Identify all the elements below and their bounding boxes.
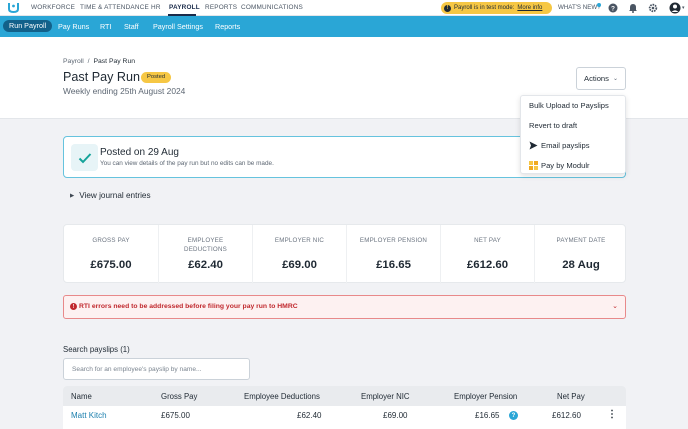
table-header: Name Gross Pay Employee Deductions Emplo…	[63, 386, 626, 406]
subnav-reports[interactable]: Reports	[215, 21, 240, 33]
summary-net-pay: NET PAY £612.60	[440, 225, 534, 284]
subnav-staff[interactable]: Staff	[124, 21, 139, 33]
summary-employee-deductions: EMPLOYEE DEDUCTIONS £62.40	[158, 225, 252, 284]
breadcrumb-current: Past Pay Run	[93, 58, 136, 65]
actions-button[interactable]: Actions ⌄	[576, 67, 626, 90]
pension-help-icon[interactable]: ?	[509, 411, 518, 420]
summary-payment-date: PAYMENT DATE 28 Aug	[534, 225, 627, 284]
test-mode-more-info-link[interactable]: More info	[517, 5, 542, 11]
col-gross-pay[interactable]: Gross Pay	[161, 392, 197, 401]
subnav-rti[interactable]: RTI	[100, 21, 111, 33]
menu-item-email-payslips[interactable]: Email payslips	[529, 141, 590, 150]
rti-error-alert[interactable]: ! RTI errors need to be addressed before…	[63, 295, 626, 319]
payslips-table: Name Gross Pay Employee Deductions Emplo…	[63, 386, 626, 429]
actions-dropdown-menu: Bulk Upload to Payslips Revert to draft …	[520, 95, 626, 174]
menu-item-revert-draft[interactable]: Revert to draft	[529, 121, 577, 130]
row-nic: £69.00	[383, 411, 408, 420]
topnav-time-attendance[interactable]: TIME & ATTENDANCE	[80, 4, 149, 11]
user-menu-chevron-icon[interactable]: ▾	[682, 5, 685, 11]
chevron-down-icon[interactable]: ⌄	[612, 302, 618, 310]
posted-subtitle: You can view details of the pay run but …	[100, 160, 274, 167]
caret-right-icon: ▶	[70, 192, 75, 199]
test-mode-banner: ! Payroll is in test mode: More info	[441, 2, 552, 14]
top-bar: WORKFORCE TIME & ATTENDANCE HR PAYROLL R…	[0, 0, 688, 16]
subnav-pay-runs[interactable]: Pay Runs	[58, 21, 89, 33]
notifications-icon[interactable]	[628, 3, 638, 13]
topnav-payroll[interactable]: PAYROLL	[169, 4, 200, 11]
pay-summary-card: GROSS PAY £675.00 EMPLOYEE DEDUCTIONS £6…	[63, 224, 627, 284]
whats-new-dot	[597, 3, 601, 7]
topnav-workforce[interactable]: WORKFORCE	[31, 4, 75, 11]
page-title: Past Pay Run	[63, 70, 141, 84]
rti-error-text: RTI errors need to be addressed before f…	[79, 303, 298, 310]
menu-item-pay-by-modulr[interactable]: Pay by Modulr	[529, 161, 590, 170]
breadcrumb-payroll[interactable]: Payroll	[63, 58, 84, 65]
modulr-icon	[529, 161, 538, 170]
search-payslips-input[interactable]	[63, 358, 250, 380]
status-badge: Posted	[141, 72, 172, 83]
chevron-down-icon: ⌄	[612, 76, 618, 82]
row-pension: £16.65	[475, 411, 500, 420]
info-icon: !	[444, 4, 451, 12]
actions-label: Actions	[584, 74, 609, 83]
svg-text:?: ?	[611, 5, 615, 12]
payroll-subnav: Run Payroll Pay Runs RTI Staff Payroll S…	[0, 16, 688, 37]
row-gross: £675.00	[161, 411, 190, 420]
send-icon	[529, 141, 538, 150]
col-employer-nic[interactable]: Employer NIC	[361, 392, 410, 401]
row-net: £612.60	[552, 411, 581, 420]
view-journal-toggle[interactable]: ▶ View journal entries	[70, 191, 151, 200]
test-mode-text: Payroll is in test mode:	[454, 5, 515, 11]
row-name-link[interactable]: Matt Kitch	[71, 411, 107, 420]
error-icon: !	[70, 303, 77, 310]
topnav-communications[interactable]: COMMUNICATIONS	[241, 4, 303, 11]
col-employee-deductions[interactable]: Employee Deductions	[244, 392, 320, 401]
whats-new-link[interactable]: WHAT'S NEW?	[558, 4, 601, 11]
help-icon[interactable]: ?	[608, 3, 618, 13]
check-icon	[71, 144, 98, 171]
summary-employer-pension: EMPLOYER PENSION £16.65	[346, 225, 440, 284]
subnav-run-payroll[interactable]: Run Payroll	[3, 20, 53, 32]
col-net-pay[interactable]: Net Pay	[557, 392, 585, 401]
posted-title: Posted on 29 Aug	[100, 147, 179, 158]
user-avatar-icon[interactable]	[669, 2, 681, 14]
col-name[interactable]: Name	[71, 392, 92, 401]
search-label: Search payslips (1)	[63, 345, 130, 354]
logo-icon[interactable]	[8, 2, 19, 13]
pay-period-text: Weekly ending 25th August 2024	[63, 86, 186, 96]
row-deductions: £62.40	[297, 411, 322, 420]
settings-icon[interactable]	[648, 3, 658, 13]
subnav-payroll-settings[interactable]: Payroll Settings	[153, 21, 203, 33]
summary-employer-nic: EMPLOYER NIC £69.00	[252, 225, 346, 284]
summary-gross-pay: GROSS PAY £675.00	[90, 237, 132, 271]
topnav-reports[interactable]: REPORTS	[205, 4, 237, 11]
topnav-hr[interactable]: HR	[151, 4, 161, 11]
breadcrumb-separator: /	[87, 58, 90, 65]
col-employer-pension[interactable]: Employer Pension	[454, 392, 517, 401]
menu-item-bulk-upload[interactable]: Bulk Upload to Payslips	[529, 101, 609, 110]
row-more-options-icon[interactable]: ⋮	[607, 409, 617, 420]
breadcrumb: Payroll / Past Pay Run	[63, 58, 135, 65]
journal-label: View journal entries	[79, 191, 151, 200]
